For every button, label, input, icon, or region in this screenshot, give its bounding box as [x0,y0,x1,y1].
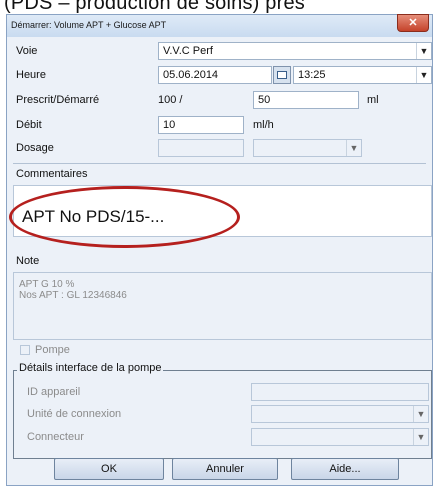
pompe-label: Pompe [35,344,70,356]
started-unit: ml [367,94,379,106]
time-select[interactable]: 13:25 ▼ [293,66,432,84]
window-title: Démarrer: Volume APT + Glucose APT [11,20,167,30]
unite-connexion-select: ▼ [251,405,429,423]
close-button[interactable]: ✕ [397,14,429,32]
dosage-field [158,139,244,157]
pompe-checkbox[interactable] [20,345,30,355]
debit-field[interactable]: 10 [158,116,244,134]
dosage-label: Dosage [16,142,54,154]
help-button[interactable]: Aide... [291,458,399,480]
debit-label: Débit [16,119,42,131]
chevron-down-icon[interactable]: ▼ [416,43,431,59]
ok-button[interactable]: OK [54,458,164,480]
title-bar: Démarrer: Volume APT + Glucose APT [7,15,432,37]
calendar-icon[interactable] [273,66,291,84]
unite-connexion-label: Unité de connexion [27,408,122,420]
prescribed-value: 100 / [158,94,183,106]
dialog-window: Démarrer: Volume APT + Glucose APT ✕ Voi… [6,14,433,486]
separator [13,163,426,164]
voie-label: Voie [16,45,38,57]
started-field[interactable]: 50 [253,91,359,109]
commentaires-label: Commentaires [16,168,88,180]
highlight-ellipse [9,186,240,248]
heure-label: Heure [16,69,46,81]
date-field[interactable]: 05.06.2014 [158,66,272,84]
time-value: 13:25 [298,69,326,81]
connecteur-select: ▼ [251,428,429,446]
cancel-button[interactable]: Annuler [172,458,278,480]
dosage-unit-select: ▼ [253,139,362,157]
note-label: Note [16,255,40,267]
prescrit-label: Prescrit/Démarré [16,94,100,106]
voie-select[interactable]: V.V.C Perf ▼ [158,42,432,60]
note-textarea: APT G 10 % Nos APT : GL 12346846 [13,272,432,340]
id-appareil-label: ID appareil [27,386,81,398]
caption-text: (PDS – production de soins) prés [4,0,305,14]
chevron-down-icon: ▼ [346,140,361,156]
id-appareil-field [251,383,429,401]
debit-unit: ml/h [253,119,274,131]
connecteur-label: Connecteur [27,431,84,443]
note-line-2: Nos APT : GL 12346846 [19,290,127,301]
voie-value: V.V.C Perf [163,45,213,57]
chevron-down-icon: ▼ [413,406,428,422]
chevron-down-icon[interactable]: ▼ [416,67,431,83]
chevron-down-icon: ▼ [413,429,428,445]
note-line-1: APT G 10 % [19,279,75,290]
pump-details-legend: Détails interface de la pompe [17,362,164,374]
